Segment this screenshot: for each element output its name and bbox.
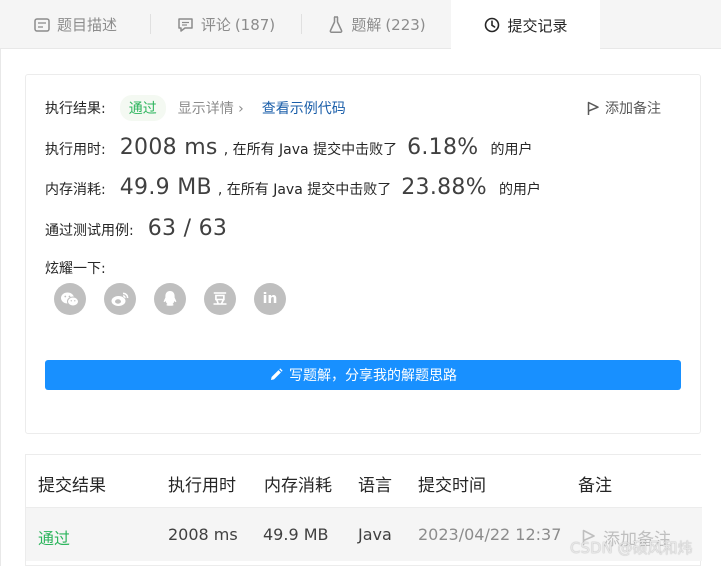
add-note-button[interactable]: 添加备注 (587, 98, 661, 118)
row-runtime: 2008 ms (168, 525, 238, 544)
tab-comments[interactable]: 评论 (187) (151, 0, 301, 49)
tab-description[interactable]: 题目描述 (0, 0, 150, 49)
memory-suffix: 的用户 (498, 182, 541, 198)
memory-label: 内存消耗: (45, 182, 106, 198)
row-memory: 49.9 MB (263, 525, 329, 544)
wechat-icon[interactable] (54, 283, 86, 315)
comment-icon (177, 16, 195, 34)
column-header-note: 备注 (578, 476, 612, 496)
result-row: 执行结果: 通过 显示详情 › 查看示例代码 (45, 95, 346, 121)
add-note-label: 添加备注 (605, 101, 661, 117)
flask-icon (327, 16, 345, 34)
tab-solutions-count: (223) (385, 15, 426, 34)
pencil-icon (271, 368, 283, 380)
row-result-link[interactable]: 通过 (38, 525, 70, 549)
tab-submissions-label: 提交记录 (507, 16, 568, 35)
result-label: 执行结果: (45, 101, 106, 117)
row-language: Java (358, 525, 392, 544)
write-solution-label: 写题解，分享我的解题思路 (289, 368, 457, 384)
weibo-icon[interactable] (104, 283, 136, 315)
share-buttons: 豆 in (54, 283, 286, 315)
tab-bar: 题目描述 评论 (187) 题解 (223) 提交记录 (0, 0, 721, 50)
row-submit-time: 2023/04/22 12:37 (418, 525, 562, 544)
tab-solutions-label: 题解 (351, 16, 382, 34)
qq-icon[interactable] (154, 283, 186, 315)
share-label: 炫耀一下: (45, 261, 106, 277)
share-row-label: 炫耀一下: (45, 258, 106, 278)
watermark: CSDN @硕风和炜 (570, 539, 693, 557)
douban-icon[interactable]: 豆 (204, 283, 236, 315)
runtime-value: 2008 ms (119, 135, 218, 160)
column-header-memory: 内存消耗 (264, 476, 332, 496)
memory-value: 49.9 MB (119, 175, 212, 200)
linkedin-icon[interactable]: in (254, 283, 286, 315)
description-icon (33, 16, 51, 34)
memory-compare-text: , 在所有 Java 提交中击败了 (217, 182, 392, 198)
submission-page: 题目描述 评论 (187) 题解 (223) 提交记录 执行结果: 通过 显示详… (0, 0, 721, 566)
tab-comments-label: 评论 (200, 16, 231, 34)
tab-solutions[interactable]: 题解 (223) (302, 0, 451, 49)
runtime-row: 执行用时: 2008 ms , 在所有 Java 提交中击败了 6.18% 的用… (45, 135, 532, 160)
tests-value: 63 / 63 (147, 216, 228, 241)
column-header-runtime: 执行用时 (168, 476, 236, 496)
status-badge: 通过 (119, 95, 166, 121)
runtime-percentile: 6.18% (407, 135, 479, 160)
write-solution-button[interactable]: 写题解，分享我的解题思路 (45, 360, 681, 390)
column-header-time: 提交时间 (418, 476, 486, 496)
runtime-compare-text: , 在所有 Java 提交中击败了 (223, 142, 398, 158)
flag-icon (587, 101, 599, 115)
memory-percentile: 23.88% (401, 175, 487, 200)
runtime-suffix: 的用户 (490, 142, 533, 158)
clock-icon (483, 16, 501, 34)
tab-description-label: 题目描述 (56, 16, 117, 34)
tab-submissions[interactable]: 提交记录 (451, 0, 600, 50)
tab-comments-count: (187) (234, 15, 276, 34)
tests-label: 通过测试用例: (45, 223, 134, 239)
show-details-link[interactable]: 显示详情 › (178, 98, 244, 118)
memory-row: 内存消耗: 49.9 MB , 在所有 Java 提交中击败了 23.88% 的… (45, 175, 541, 200)
column-header-result: 提交结果 (38, 476, 106, 496)
linkedin-glyph: in (262, 291, 278, 307)
column-header-language: 语言 (358, 476, 392, 496)
view-sample-code-link[interactable]: 查看示例代码 (262, 98, 346, 118)
tests-row: 通过测试用例: 63 / 63 (45, 216, 227, 241)
runtime-label: 执行用时: (45, 142, 106, 158)
table-header: 提交结果 执行用时 内存消耗 语言 提交时间 备注 (26, 455, 702, 507)
douban-glyph: 豆 (213, 292, 227, 308)
